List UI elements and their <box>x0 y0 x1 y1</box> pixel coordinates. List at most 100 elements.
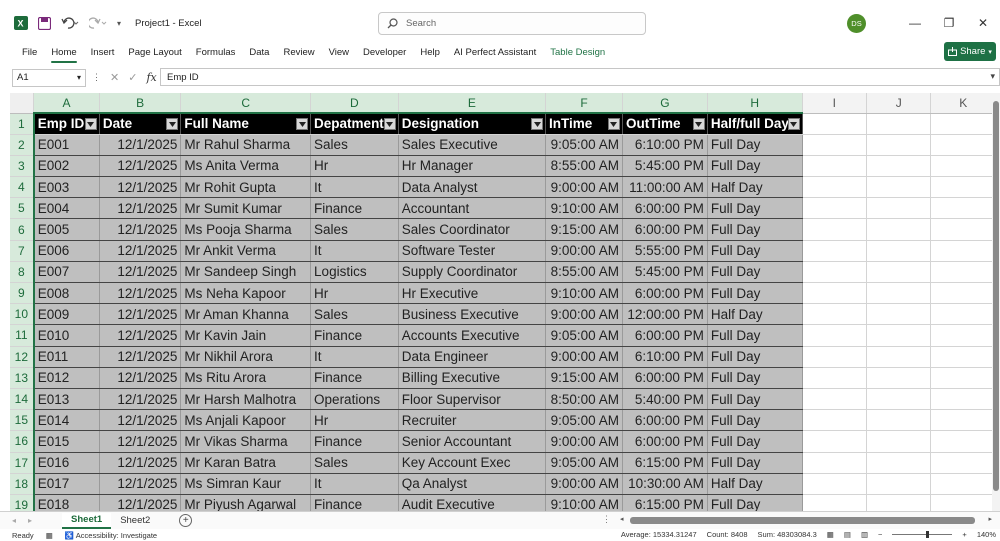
table-cell[interactable]: E001 <box>33 134 100 156</box>
empty-cell[interactable] <box>866 324 932 347</box>
tab-help[interactable]: Help <box>420 47 440 58</box>
empty-cell[interactable] <box>930 388 996 411</box>
table-cell[interactable]: Full Day <box>707 134 803 156</box>
empty-cell[interactable] <box>930 240 996 262</box>
empty-cell[interactable] <box>802 430 867 453</box>
table-cell[interactable]: 10:30:00 AM <box>622 473 708 495</box>
cancel-icon[interactable]: ✕ <box>110 71 119 84</box>
more-options-icon[interactable]: ⋮ <box>602 514 611 525</box>
avatar[interactable]: DS <box>847 13 866 33</box>
empty-cell[interactable] <box>866 134 932 156</box>
table-cell[interactable]: Sales <box>310 452 399 474</box>
table-cell[interactable]: Floor Supervisor <box>398 388 547 411</box>
table-cell[interactable]: 6:00:00 PM <box>622 409 708 432</box>
table-cell[interactable]: Mr Rohit Gupta <box>180 176 312 199</box>
sheet-tab-sheet1[interactable]: Sheet1 <box>62 512 112 529</box>
empty-cell[interactable] <box>930 197 996 220</box>
table-cell[interactable]: Full Day <box>707 282 803 305</box>
formula-input[interactable]: Emp ID ▾ <box>160 68 1000 86</box>
tab-insert[interactable]: Insert <box>91 47 115 58</box>
empty-cell[interactable] <box>802 134 867 156</box>
table-cell[interactable]: 9:10:00 AM <box>545 282 623 305</box>
table-cell[interactable]: Sales <box>310 218 399 241</box>
table-cell[interactable]: Hr <box>310 155 399 178</box>
table-cell[interactable]: Finance <box>310 367 399 389</box>
table-cell[interactable]: Ms Ritu Arora <box>180 367 312 389</box>
table-cell[interactable]: Senior Accountant <box>398 430 547 453</box>
column-header-i[interactable]: I <box>802 93 867 114</box>
table-cell[interactable]: It <box>310 176 399 199</box>
table-cell[interactable]: Full Day <box>707 388 803 411</box>
table-cell[interactable]: 9:00:00 AM <box>545 240 623 262</box>
table-cell[interactable]: 5:45:00 PM <box>622 155 708 178</box>
scrollbar-thumb[interactable] <box>630 517 975 524</box>
filter-dropdown-icon[interactable] <box>787 118 800 130</box>
tab-view[interactable]: View <box>329 47 349 58</box>
zoom-out-icon[interactable]: − <box>878 530 882 539</box>
tab-formulas[interactable]: Formulas <box>196 47 236 58</box>
table-header-cell[interactable]: Emp ID <box>33 113 100 135</box>
table-cell[interactable]: 9:00:00 AM <box>545 303 623 326</box>
table-cell[interactable]: Mr Karan Batra <box>180 452 312 474</box>
row-header[interactable]: 8 <box>10 261 35 284</box>
empty-cell[interactable] <box>866 388 932 411</box>
empty-cell[interactable] <box>866 282 932 305</box>
table-cell[interactable]: Recruiter <box>398 409 547 432</box>
accessibility-status[interactable]: ♿ Accessibility: Investigate <box>65 531 157 540</box>
empty-cell[interactable] <box>930 324 996 347</box>
macro-recording-icon[interactable]: ▦ <box>46 531 53 540</box>
table-cell[interactable]: Hr <box>310 409 399 432</box>
tab-table-design[interactable]: Table Design <box>550 47 605 58</box>
name-box[interactable]: A1 ▾ <box>12 68 86 87</box>
table-cell[interactable]: 9:05:00 AM <box>545 452 623 474</box>
table-cell[interactable]: 9:05:00 AM <box>545 324 623 347</box>
table-cell[interactable]: Full Day <box>707 197 803 220</box>
tab-file[interactable]: File <box>22 47 37 58</box>
empty-cell[interactable] <box>930 452 996 474</box>
table-cell[interactable]: Ms Anjali Kapoor <box>180 409 312 432</box>
table-cell[interactable]: E005 <box>33 218 100 241</box>
filter-dropdown-icon[interactable] <box>692 118 705 130</box>
enter-icon[interactable]: ✓ <box>128 71 137 84</box>
table-cell[interactable]: 9:10:00 AM <box>545 197 623 220</box>
insert-function-icon[interactable]: fx <box>146 71 156 84</box>
select-all-corner[interactable] <box>10 93 35 114</box>
filter-dropdown-icon[interactable] <box>383 118 396 130</box>
table-cell[interactable]: Mr Vikas Sharma <box>180 430 312 453</box>
table-cell[interactable]: Accounts Executive <box>398 324 547 347</box>
table-cell[interactable]: Business Executive <box>398 303 547 326</box>
table-cell[interactable]: Ms Neha Kapoor <box>180 282 312 305</box>
table-cell[interactable]: Mr Kavin Jain <box>180 324 312 347</box>
table-cell[interactable]: 12/1/2025 <box>99 197 182 220</box>
row-header[interactable]: 17 <box>10 452 35 474</box>
table-cell[interactable]: Sales Executive <box>398 134 547 156</box>
table-cell[interactable]: Half Day <box>707 473 803 495</box>
row-header[interactable]: 15 <box>10 409 35 432</box>
scroll-left-icon[interactable]: ◂ <box>620 515 624 523</box>
table-cell[interactable]: Hr <box>310 282 399 305</box>
table-cell[interactable]: E003 <box>33 176 100 199</box>
table-cell[interactable]: 6:00:00 PM <box>622 282 708 305</box>
table-cell[interactable]: 9:00:00 AM <box>545 176 623 199</box>
column-header-d[interactable]: D <box>310 93 399 114</box>
row-header[interactable]: 4 <box>10 176 35 199</box>
table-cell[interactable]: 9:05:00 AM <box>545 134 623 156</box>
empty-cell[interactable] <box>930 430 996 453</box>
table-cell[interactable]: E014 <box>33 409 100 432</box>
zoom-in-icon[interactable]: + <box>962 530 966 539</box>
empty-cell[interactable] <box>866 240 932 262</box>
table-cell[interactable]: E013 <box>33 388 100 411</box>
empty-cell[interactable] <box>802 367 867 389</box>
row-header[interactable]: 10 <box>10 303 35 326</box>
table-cell[interactable]: E002 <box>33 155 100 178</box>
filter-dropdown-icon[interactable] <box>531 118 544 130</box>
tab-data[interactable]: Data <box>249 47 269 58</box>
empty-cell[interactable] <box>930 155 996 178</box>
column-header-a[interactable]: A <box>33 93 100 114</box>
search-box[interactable]: Search <box>378 12 646 35</box>
table-cell[interactable]: Mr Nikhil Arora <box>180 346 312 368</box>
empty-cell[interactable] <box>802 218 867 241</box>
empty-cell[interactable] <box>930 113 996 135</box>
empty-cell[interactable] <box>866 176 932 199</box>
table-cell[interactable]: 12/1/2025 <box>99 324 182 347</box>
